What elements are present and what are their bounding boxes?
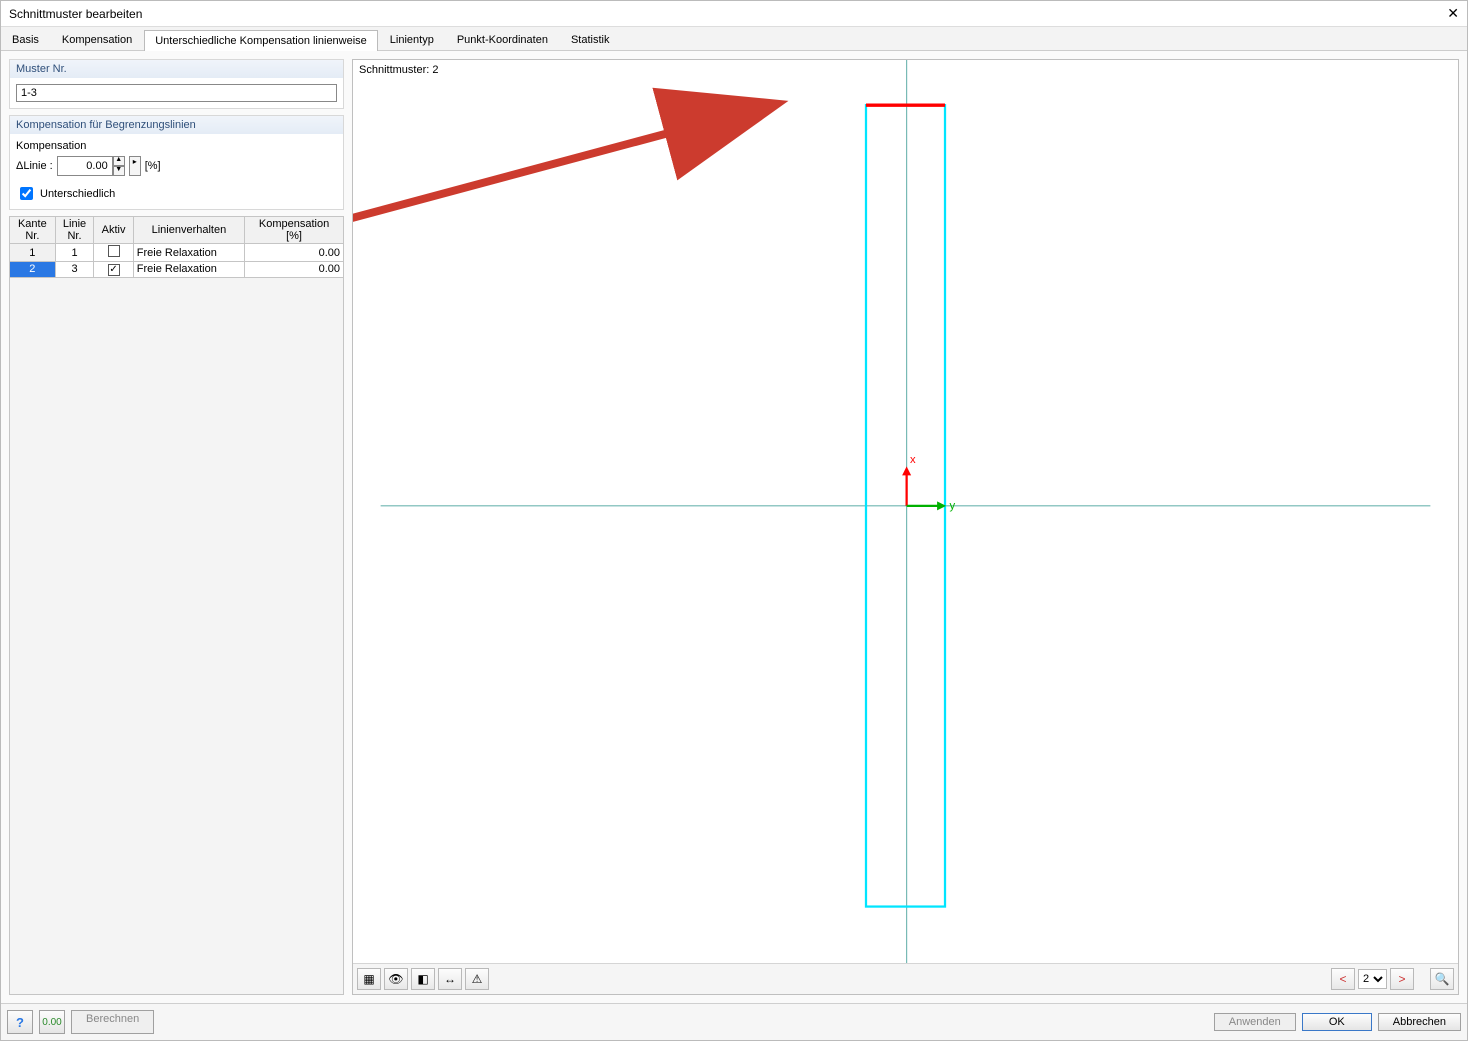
dialog-window: Schnittmuster bearbeiten ✕ Basis Kompens… (0, 0, 1468, 1041)
tab-untersch-komp-label: Unterschiedliche Kompensation linienweis… (155, 35, 367, 47)
group-kompensation: Kompensation für Begrenzungslinien Kompe… (9, 115, 344, 210)
layers-icon[interactable]: ▦ (357, 968, 381, 990)
right-pane: Schnittmuster: 2 x (352, 59, 1459, 995)
window-title: Schnittmuster bearbeiten (9, 7, 142, 21)
checkbox-icon[interactable] (108, 245, 120, 257)
col-linienverhalten[interactable]: Linienverhalten (133, 217, 244, 244)
zoom-tool-icon[interactable]: 🔍 (1430, 968, 1454, 990)
abbrechen-button[interactable]: Abbrechen (1378, 1013, 1461, 1031)
titlebar: Schnittmuster bearbeiten ✕ (1, 1, 1467, 27)
delta-linie-spinner[interactable]: ▲ ▼ (57, 156, 125, 176)
tab-punkt-koord-label: Punkt-Koordinaten (457, 34, 548, 46)
cell-komp[interactable]: 0.00 (245, 262, 344, 278)
muster-nr-input[interactable] (16, 84, 337, 102)
spinner-down-icon[interactable]: ▼ (113, 166, 125, 176)
help-button[interactable]: ? (7, 1010, 33, 1034)
tab-basis[interactable]: Basis (1, 29, 50, 50)
svg-text:y: y (950, 500, 956, 512)
tab-statistik-label: Statistik (571, 34, 610, 46)
cell-komp[interactable]: 0.00 (245, 244, 344, 262)
next-button[interactable]: > (1390, 968, 1414, 990)
unterschiedlich-checkbox[interactable] (20, 187, 33, 200)
footer: ? 0.00 Berechnen Anwenden OK Abbrechen (1, 1003, 1467, 1040)
help-icon: ? (16, 1015, 24, 1030)
pager-combo[interactable]: 2 (1358, 969, 1387, 989)
cell-linie: 1 (55, 244, 94, 262)
tab-linientyp-label: Linientyp (390, 34, 434, 46)
table-row[interactable]: 2 3 ✓ Freie Relaxation 0.00 (10, 262, 344, 278)
group-kompensation-header: Kompensation für Begrenzungslinien (10, 116, 343, 134)
anwenden-button[interactable]: Anwenden (1214, 1013, 1296, 1031)
delta-linie-value[interactable] (57, 156, 113, 176)
table-row[interactable]: 1 1 Freie Relaxation 0.00 (10, 244, 344, 262)
tabbar: Basis Kompensation Unterschiedliche Komp… (1, 27, 1467, 51)
cell-linie: 3 (55, 262, 94, 278)
cell-aktiv[interactable]: ✓ (94, 262, 133, 278)
col-kante-nr[interactable]: Kante Nr. (10, 217, 56, 244)
col-linie-nr[interactable]: Linie Nr. (55, 217, 94, 244)
col-kompensation[interactable]: Kompensation [%] (245, 217, 344, 244)
tab-basis-label: Basis (12, 34, 39, 46)
grid-empty-area (9, 278, 344, 996)
delta-linie-label: ΔLinie : (16, 160, 53, 172)
tab-statistik[interactable]: Statistik (560, 29, 621, 50)
label-kompensation: Kompensation (16, 140, 337, 152)
dimension-icon[interactable]: ↔ (438, 968, 462, 990)
close-icon[interactable]: ✕ (1447, 5, 1459, 22)
prev-button[interactable]: < (1331, 968, 1355, 990)
cell-aktiv[interactable] (94, 244, 133, 262)
left-pane: Muster Nr. Kompensation für Begrenzungsl… (9, 59, 344, 995)
shape-icon[interactable]: ◧ (411, 968, 435, 990)
tab-kompensation[interactable]: Kompensation (51, 29, 143, 50)
svg-text:x: x (910, 454, 916, 466)
tab-linientyp[interactable]: Linientyp (379, 29, 445, 50)
cell-verhalten[interactable]: Freie Relaxation (133, 262, 244, 278)
col-aktiv[interactable]: Aktiv (94, 217, 133, 244)
berechnen-button[interactable]: Berechnen (71, 1010, 154, 1034)
grid-container: Kante Nr. Linie Nr. Aktiv Linienverhalte… (9, 216, 344, 995)
preview-svg: x y (353, 60, 1458, 963)
group-muster-nr-header: Muster Nr. (10, 60, 343, 78)
checkbox-icon[interactable]: ✓ (108, 264, 120, 276)
cell-kante: 1 (10, 244, 56, 262)
group-muster-nr: Muster Nr. (9, 59, 344, 109)
content-area: Muster Nr. Kompensation für Begrenzungsl… (1, 51, 1467, 1003)
cell-verhalten[interactable]: Freie Relaxation (133, 244, 244, 262)
preview-canvas[interactable]: x y (353, 60, 1458, 963)
cell-kante: 2 (10, 262, 56, 278)
warning-icon[interactable]: ⚠ (465, 968, 489, 990)
ok-button[interactable]: OK (1302, 1013, 1372, 1031)
preview-toolbar: ▦ 👁 ◧ ↔ ⚠ < 2 > 🔍 (353, 963, 1458, 994)
tab-punkt-koord[interactable]: Punkt-Koordinaten (446, 29, 559, 50)
unit-label: [%] (145, 160, 161, 172)
tab-untersch-komp[interactable]: Unterschiedliche Kompensation linienweis… (144, 30, 378, 51)
units-button[interactable]: 0.00 (39, 1010, 65, 1034)
eye-icon[interactable]: 👁 (384, 968, 408, 990)
spinner-up-icon[interactable]: ▲ (113, 156, 125, 166)
tab-kompensation-label: Kompensation (62, 34, 132, 46)
unterschiedlich-label: Unterschiedlich (40, 188, 115, 200)
stepper-aux-button[interactable]: ▸ (129, 156, 141, 176)
kompensation-grid[interactable]: Kante Nr. Linie Nr. Aktiv Linienverhalte… (9, 216, 344, 278)
